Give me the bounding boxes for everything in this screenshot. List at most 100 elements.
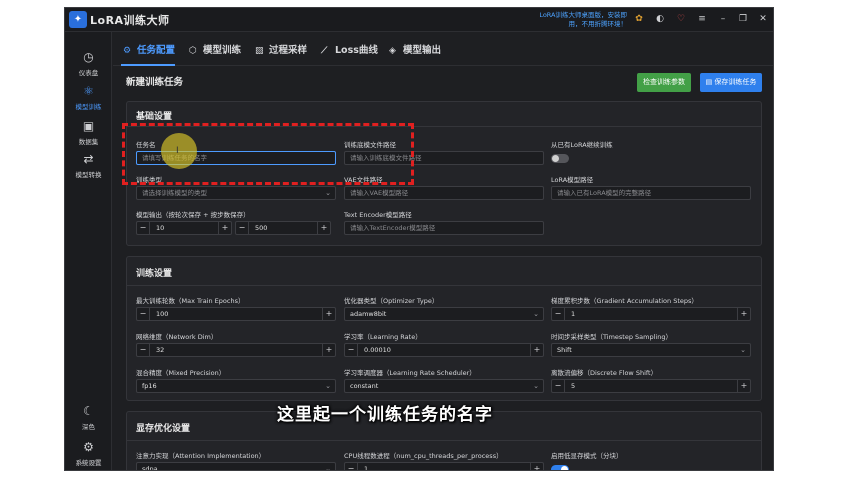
train-type-select[interactable]: 请选择训练模型的类型 ⌄: [136, 186, 336, 200]
attention-value: sdpa: [142, 465, 158, 471]
epochs-stepper[interactable]: − 100 +: [136, 307, 336, 321]
increment-button[interactable]: +: [737, 308, 750, 320]
network-dim-stepper[interactable]: − 32 +: [136, 343, 336, 357]
text-encoder-label: Text Encoder模型路径: [344, 211, 412, 219]
heart-icon[interactable]: ♡: [675, 13, 687, 25]
decrement-button[interactable]: −: [137, 344, 150, 356]
scheduler-select[interactable]: constant ⌄: [344, 379, 544, 393]
titlebar: ✦ LoRA训练大师 LoRA训练大师桌面版，安装即用，不用折腾环境！ ✿ ◐ …: [65, 8, 773, 32]
tab-sampling[interactable]: ▨ 过程采样: [255, 42, 307, 58]
decrement-button[interactable]: −: [345, 344, 358, 356]
chevron-down-icon: ⌄: [533, 382, 539, 390]
grad-accum-stepper[interactable]: − 1 +: [551, 307, 751, 321]
app-logo-icon: ✦: [69, 11, 87, 28]
chevron-down-icon: ⌄: [325, 382, 331, 390]
close-icon[interactable]: ✕: [757, 13, 769, 25]
tab-loss-curve[interactable]: ⟋ Loss曲线: [321, 42, 378, 58]
save-epoch-stepper[interactable]: − 10 +: [136, 221, 232, 235]
chevron-down-icon: ⌄: [325, 189, 331, 197]
section-title: 训练设置: [136, 269, 173, 279]
stepper-value: 0.00010: [364, 346, 391, 354]
decrement-button[interactable]: −: [137, 308, 150, 320]
decrement-button[interactable]: −: [552, 380, 565, 392]
chevron-down-icon: ⌄: [533, 310, 539, 318]
increment-button[interactable]: +: [737, 380, 750, 392]
active-tab-indicator: [121, 64, 175, 66]
precision-value: fp16: [142, 382, 157, 390]
save-task-button[interactable]: ▤ 保存训练任务: [700, 73, 762, 92]
toggle-knob: [561, 466, 568, 470]
tab-label: 模型训练: [203, 45, 242, 56]
resume-lora-toggle[interactable]: [551, 154, 569, 163]
decrement-button[interactable]: −: [345, 463, 358, 470]
vae-input[interactable]: 请输入VAE模型路径: [344, 186, 544, 200]
dashboard-icon: ◷: [83, 50, 94, 64]
increment-button[interactable]: +: [530, 344, 543, 356]
minimize-icon[interactable]: –: [717, 13, 729, 25]
theme-icon[interactable]: ◐: [654, 13, 666, 25]
tab-label: 任务配置: [137, 45, 176, 56]
tab-model-train[interactable]: ⬡ 模型训练: [189, 42, 241, 58]
dataset-icon: ▣: [82, 119, 95, 133]
box-icon: ◈: [389, 46, 396, 56]
optimizer-value: adamw8bit: [350, 310, 387, 318]
train-settings-card: 训练设置 最大训练轮数（Max Train Epochs） − 100 + 优化…: [126, 256, 762, 401]
sidebar-item-label: 模型训练: [75, 103, 102, 111]
sidebar-item-train[interactable]: ⚛ 模型训练: [65, 84, 112, 111]
train-type-value: 请选择训练模型的类型: [142, 189, 207, 197]
tab-task-config[interactable]: ⚙ 任务配置: [123, 42, 175, 58]
decrement-button[interactable]: −: [236, 222, 249, 234]
low-vram-toggle[interactable]: [551, 465, 569, 470]
moon-icon: ☾: [83, 404, 94, 418]
gear-icon: ⚙: [83, 440, 94, 454]
scheduler-value: constant: [350, 382, 379, 390]
sidebar: ◷ 仪表盘 ⚛ 模型训练 ▣ 数据集 ⇄ 模型转换 ☾ 深色 ⚙ 系统设置 V2…: [65, 32, 112, 470]
divider: [127, 285, 761, 286]
sidebar-item-dashboard[interactable]: ◷ 仪表盘: [65, 50, 112, 77]
lora-path-input[interactable]: 请输入已有LoRA模型的完整路径: [551, 186, 751, 200]
precision-select[interactable]: fp16 ⌄: [136, 379, 336, 393]
scheduler-label: 学习率调度器（Learning Rate Scheduler）: [344, 369, 476, 377]
text-encoder-input[interactable]: 请输入TextEncoder模型路径: [344, 221, 544, 235]
video-subtitle: 这里起一个训练任务的名字: [277, 405, 493, 425]
tab-label: Loss曲线: [335, 45, 378, 56]
increment-button[interactable]: +: [317, 222, 330, 234]
increment-button[interactable]: +: [322, 344, 335, 356]
decrement-button[interactable]: −: [552, 308, 565, 320]
optimizer-select[interactable]: adamw8bit ⌄: [344, 307, 544, 321]
stepper-value: 500: [255, 224, 268, 232]
toggle-knob: [552, 155, 559, 162]
settings-icon[interactable]: ✿: [633, 13, 645, 25]
flow-shift-stepper[interactable]: − 5 +: [551, 379, 751, 393]
tab-label: 过程采样: [269, 45, 308, 56]
learning-rate-stepper[interactable]: − 0.00010 +: [344, 343, 544, 357]
version-label: V2.3.0: [79, 460, 98, 466]
promo-banner[interactable]: LoRA训练大师桌面版，安装即用，不用折腾环境！: [535, 11, 627, 29]
increment-button[interactable]: +: [218, 222, 231, 234]
section-title: 基础设置: [136, 112, 173, 122]
sidebar-item-label: 仪表盘: [78, 69, 99, 77]
maximize-icon[interactable]: ❐: [737, 13, 749, 25]
lora-path-label: LoRA模型路径: [551, 176, 594, 184]
increment-button[interactable]: +: [530, 463, 543, 470]
decrement-button[interactable]: −: [137, 222, 150, 234]
output-label: 模型输出（按轮次保存 + 按步数保存）: [136, 211, 250, 219]
save-task-label: 保存训练任务: [714, 78, 757, 86]
attention-select[interactable]: sdpa ⌄: [136, 462, 336, 471]
tab-model-output[interactable]: ◈ 模型输出: [389, 42, 441, 58]
sidebar-item-dark[interactable]: ☾ 深色: [65, 404, 112, 431]
save-steps-stepper[interactable]: − 500 +: [235, 221, 331, 235]
cpu-threads-stepper[interactable]: − 1 +: [344, 462, 544, 470]
menu-icon[interactable]: ≡: [696, 13, 708, 25]
timestep-value: Shift: [557, 346, 572, 354]
page-title: 新建训练任务: [126, 77, 184, 88]
sidebar-item-convert[interactable]: ⇄ 模型转换: [65, 152, 112, 179]
sidebar-item-dataset[interactable]: ▣ 数据集: [65, 119, 112, 146]
increment-button[interactable]: +: [322, 308, 335, 320]
timestep-select[interactable]: Shift ⌄: [551, 343, 751, 357]
sidebar-item-label: 深色: [82, 423, 95, 431]
tab-label: 模型输出: [403, 45, 442, 56]
cube-icon: ⬡: [189, 46, 197, 56]
check-params-button[interactable]: 检查训练参数: [637, 73, 691, 92]
chart-icon: ⟋: [321, 46, 328, 56]
